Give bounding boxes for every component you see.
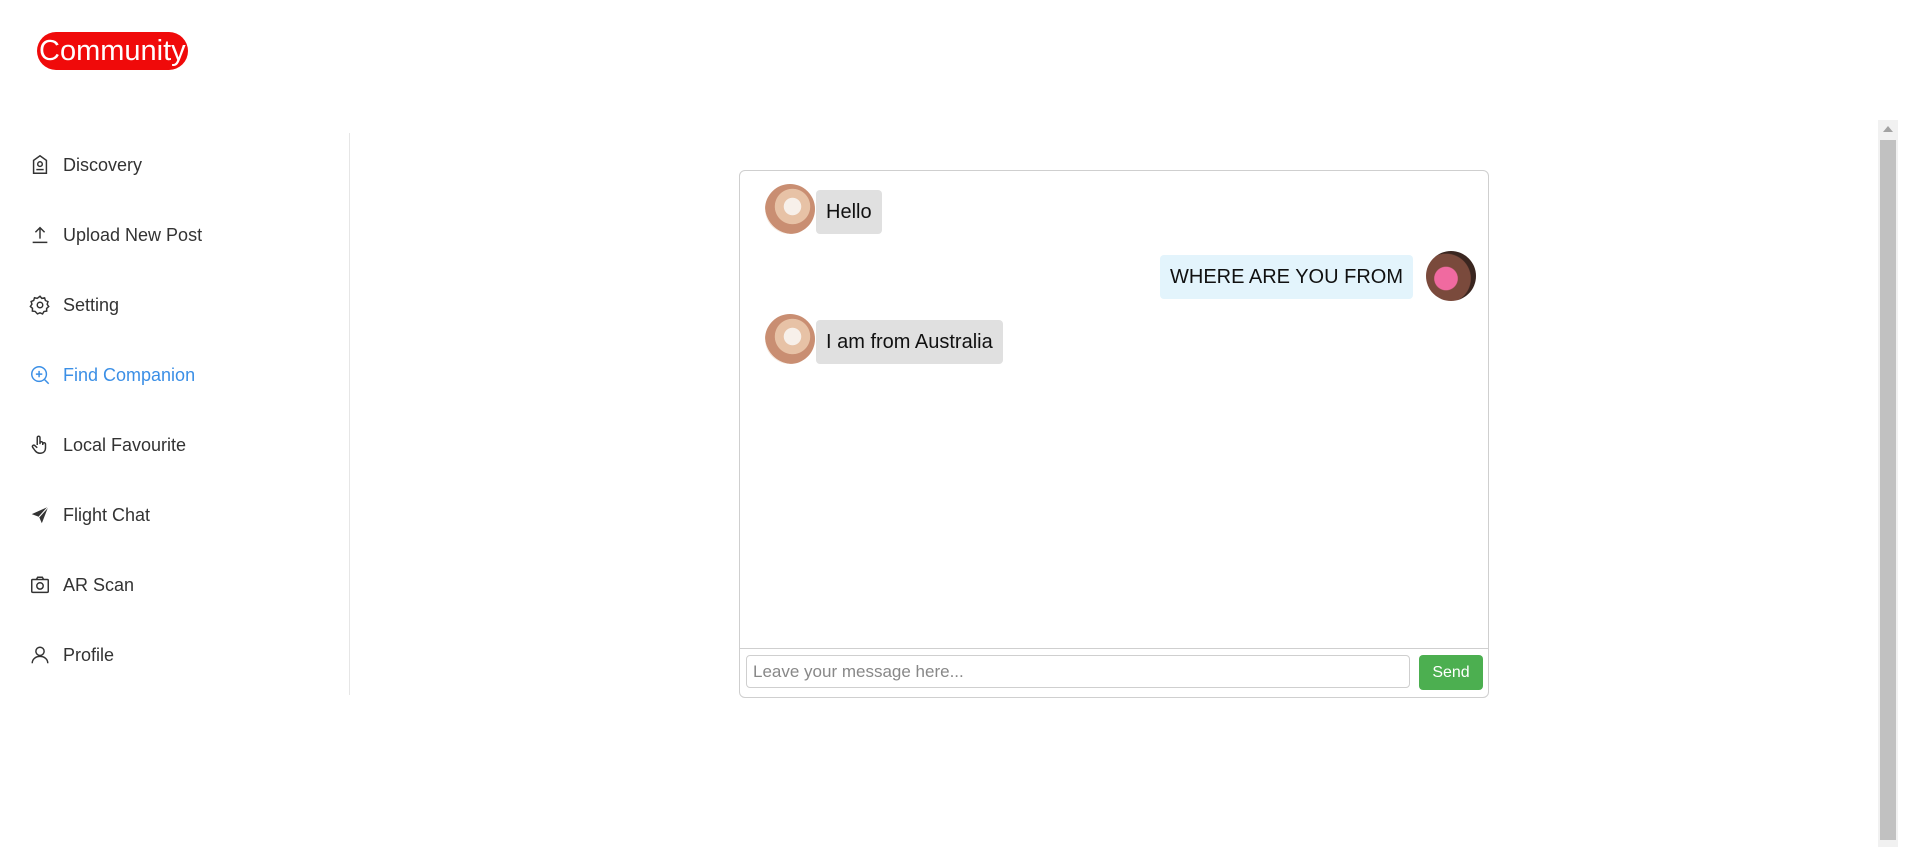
scrollbar-thumb[interactable] (1880, 140, 1896, 840)
message-composer: Send (740, 648, 1488, 697)
community-logo[interactable]: Community (37, 32, 188, 70)
chat-window: Hello WHERE ARE YOU FROM I am from Austr… (739, 170, 1489, 698)
paper-plane-icon (31, 506, 49, 524)
chat-message: WHERE ARE YOU FROM (1160, 255, 1413, 299)
sidebar-item-label: Flight Chat (63, 504, 151, 525)
sidebar-item-label: Setting (63, 294, 120, 315)
sidebar-item-flight-chat[interactable]: Flight Chat (29, 500, 150, 530)
chat-message: Hello (816, 190, 882, 234)
sidebar-item-label: Find Companion (63, 364, 196, 385)
hand-pointer-icon (31, 435, 47, 454)
send-button[interactable]: Send (1419, 655, 1483, 690)
sidebar-item-upload-new-post[interactable]: Upload New Post (29, 220, 202, 250)
avatar (1426, 251, 1476, 301)
upload-icon (32, 226, 48, 244)
sidebar-item-profile[interactable]: Profile (29, 640, 114, 670)
sidebar-item-setting[interactable]: Setting (29, 290, 119, 320)
camera-icon (31, 576, 49, 594)
page-scrollbar[interactable] (1878, 120, 1898, 847)
sidebar-item-label: Discovery (63, 154, 143, 175)
sidebar-item-label: AR Scan (63, 574, 135, 595)
sidebar-item-label: Local Favourite (63, 434, 187, 455)
sidebar-item-discovery[interactable]: Discovery (29, 150, 142, 180)
discovery-icon (32, 154, 48, 174)
sidebar-item-find-companion[interactable]: Find Companion (29, 360, 195, 390)
gear-icon (29, 295, 50, 315)
message-input[interactable] (746, 655, 1410, 688)
user-icon (31, 646, 49, 664)
avatar (765, 184, 815, 234)
chat-message: I am from Australia (816, 320, 1003, 364)
avatar (765, 314, 815, 364)
scroll-up-arrow-icon[interactable] (1883, 126, 1893, 132)
sidebar-item-local-favourite[interactable]: Local Favourite (29, 430, 186, 460)
sidebar-item-label: Profile (63, 644, 115, 665)
sidebar-item-ar-scan[interactable]: AR Scan (29, 570, 134, 600)
search-plus-icon (31, 366, 50, 385)
sidebar-nav: Discovery Upload New Post Setting Find C… (0, 133, 350, 695)
sidebar-item-label: Upload New Post (63, 224, 203, 245)
